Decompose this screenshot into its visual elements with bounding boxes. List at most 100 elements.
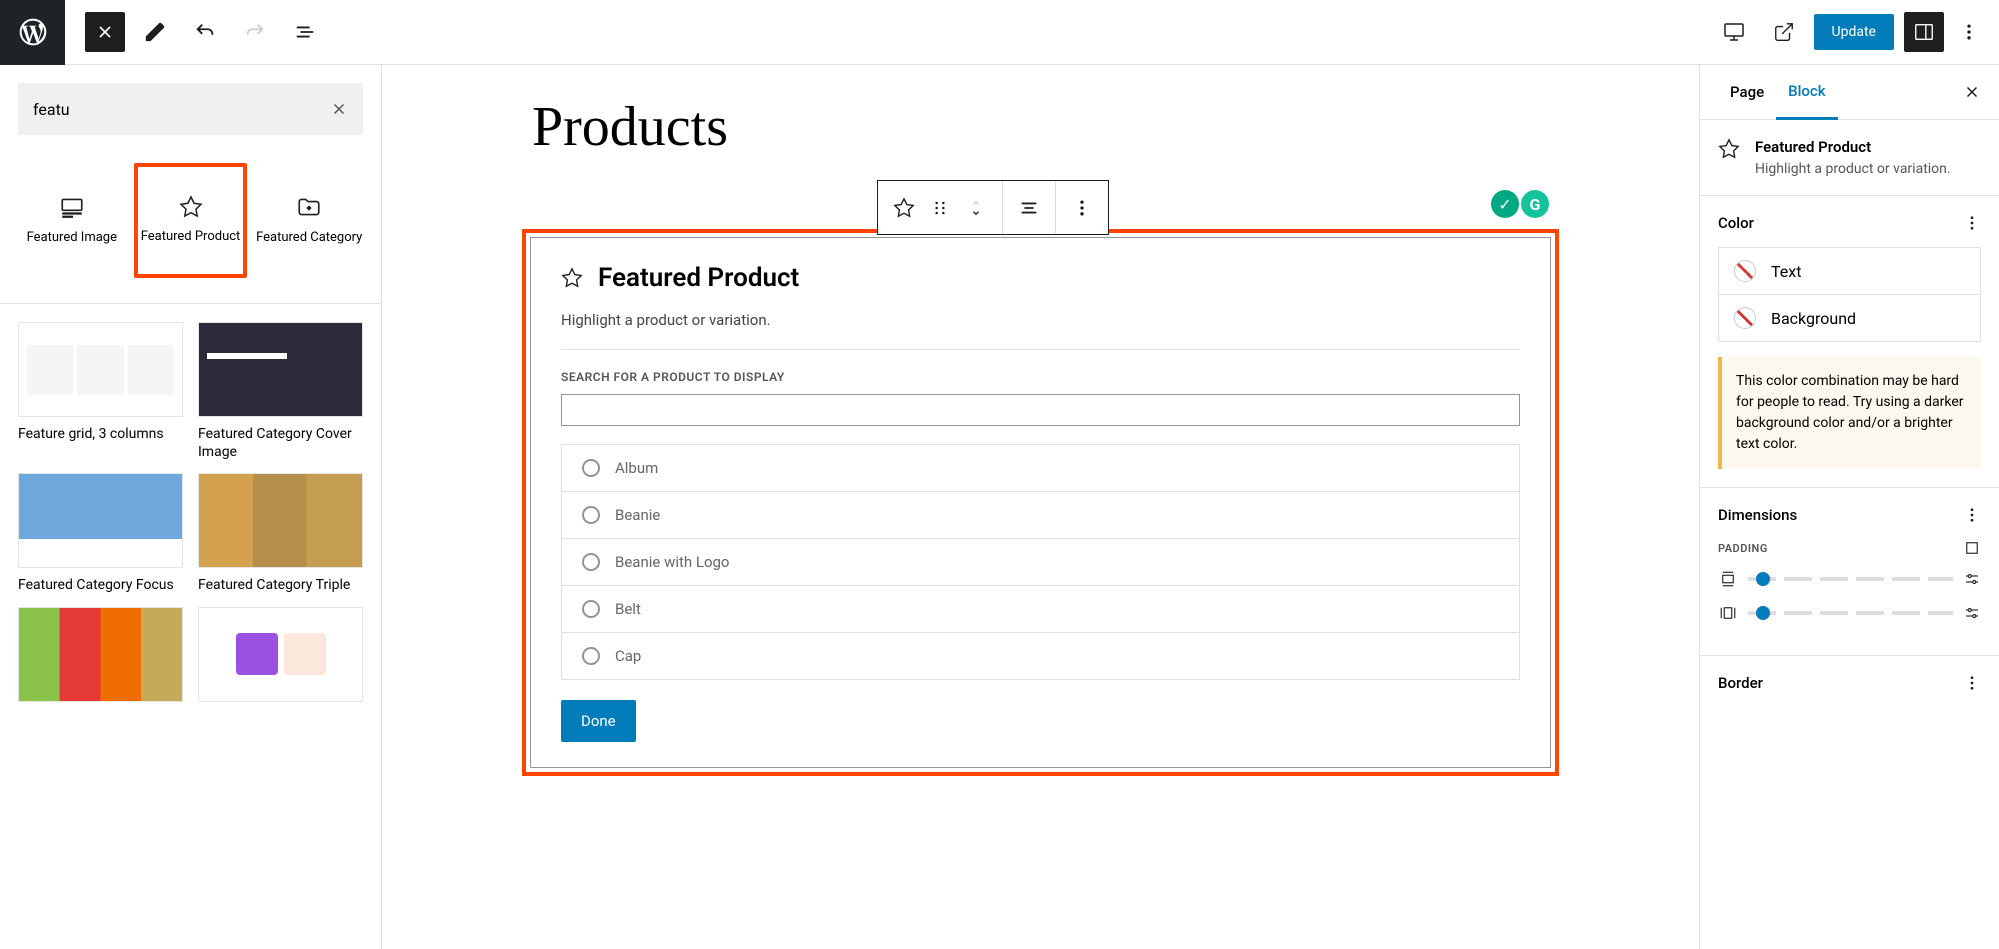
sidebar-tabs: Page Block [1700, 65, 1999, 120]
toolbar-left [65, 12, 325, 52]
block-label: Featured Category [256, 230, 362, 247]
block-item-featured-category[interactable]: Featured Category [252, 163, 366, 278]
color-swatch-icon [1734, 260, 1756, 282]
product-search-input[interactable] [561, 394, 1520, 426]
radio-icon [582, 600, 600, 618]
color-swatch-icon [1734, 307, 1756, 329]
color-text-row[interactable]: Text [1718, 247, 1981, 295]
pattern-label: Featured Category Cover Image [198, 425, 363, 461]
align-button[interactable] [1011, 190, 1047, 226]
block-type-icon[interactable] [886, 190, 922, 226]
product-option[interactable]: Album [562, 445, 1519, 492]
block-options-icon[interactable] [1064, 190, 1100, 226]
block-label: Featured Image [27, 230, 117, 247]
drag-handle-icon[interactable] [922, 190, 958, 226]
pattern-item[interactable]: Featured Category Triple [198, 473, 363, 594]
pattern-thumb [18, 607, 183, 702]
block-info-section: Featured Product Highlight a product or … [1700, 120, 1999, 196]
desktop-view-icon[interactable] [1714, 12, 1754, 52]
section-menu-icon[interactable] [1963, 674, 1981, 692]
radio-icon [582, 647, 600, 665]
close-inserter-button[interactable] [85, 12, 125, 52]
external-link-icon[interactable] [1764, 12, 1804, 52]
padding-label: PADDING [1718, 542, 1768, 555]
block-desc: Highlight a product or variation. [1755, 161, 1951, 177]
vertical-icon [1718, 569, 1738, 589]
close-sidebar-icon[interactable] [1963, 83, 1981, 101]
toolbar-right: Update [1714, 12, 1999, 52]
section-menu-icon[interactable] [1963, 214, 1981, 232]
unlink-icon[interactable] [1963, 539, 1981, 557]
block-toolbar [877, 180, 1109, 235]
search-input-wrap [18, 83, 363, 135]
product-option[interactable]: Beanie [562, 492, 1519, 539]
pattern-results: Feature grid, 3 columns Featured Categor… [0, 304, 381, 728]
horizontal-icon [1718, 603, 1738, 623]
folder-icon [296, 194, 322, 220]
padding-horizontal-slider[interactable] [1718, 603, 1981, 623]
update-button[interactable]: Update [1814, 14, 1894, 50]
wp-logo[interactable] [0, 0, 65, 65]
pattern-thumb [18, 473, 183, 568]
edit-icon[interactable] [135, 12, 175, 52]
pattern-thumb [198, 607, 363, 702]
color-section: Color Text Background This color combina… [1700, 196, 1999, 488]
jetpack-badge-icon[interactable]: ✓ [1491, 190, 1519, 218]
block-results-grid: Featured Image Featured Product Featured… [0, 153, 381, 304]
pattern-item[interactable] [18, 607, 183, 710]
product-option[interactable]: Belt [562, 586, 1519, 633]
star-icon [561, 267, 583, 289]
pattern-label: Featured Category Focus [18, 576, 183, 594]
section-title: Dimensions [1718, 506, 1797, 524]
pattern-item[interactable]: Feature grid, 3 columns [18, 322, 183, 461]
contrast-warning: This color combination may be hard for p… [1718, 357, 1981, 469]
block-title: Featured Product [598, 263, 799, 293]
done-button[interactable]: Done [561, 700, 636, 742]
editor-topbar: Update [0, 0, 1999, 65]
pattern-item[interactable]: Featured Category Focus [18, 473, 183, 594]
block-name: Featured Product [1755, 138, 1951, 156]
settings-icon[interactable] [1963, 604, 1981, 622]
pattern-label: Featured Category Triple [198, 576, 363, 594]
undo-button[interactable] [185, 12, 225, 52]
list-view-button[interactable] [285, 12, 325, 52]
block-item-featured-image[interactable]: Featured Image [15, 163, 129, 278]
star-icon [179, 195, 203, 219]
pattern-thumb [198, 473, 363, 568]
block-description: Highlight a product or variation. [561, 311, 1520, 350]
pattern-label: Feature grid, 3 columns [18, 425, 183, 443]
options-menu[interactable] [1954, 12, 1984, 52]
settings-icon[interactable] [1963, 570, 1981, 588]
block-search-input[interactable] [33, 100, 330, 119]
border-section: Border [1700, 656, 1999, 710]
grammarly-badge-icon[interactable]: G [1521, 190, 1549, 218]
redo-button [235, 12, 275, 52]
settings-panel-toggle[interactable] [1904, 12, 1944, 52]
tab-block[interactable]: Block [1776, 65, 1837, 120]
tab-page[interactable]: Page [1718, 65, 1776, 120]
block-item-featured-product[interactable]: Featured Product [134, 163, 248, 278]
dimensions-section: Dimensions PADDING [1700, 488, 1999, 656]
featured-product-block: Featured Product Highlight a product or … [522, 229, 1559, 776]
section-title: Border [1718, 674, 1763, 692]
product-option[interactable]: Cap [562, 633, 1519, 679]
page-title[interactable]: Products [412, 65, 1669, 159]
search-label: SEARCH FOR A PRODUCT TO DISPLAY [561, 370, 1520, 384]
main-layout: Featured Image Featured Product Featured… [0, 65, 1999, 949]
move-buttons[interactable] [958, 190, 994, 226]
pattern-item[interactable] [198, 607, 363, 710]
color-background-row[interactable]: Background [1718, 295, 1981, 342]
section-menu-icon[interactable] [1963, 506, 1981, 524]
block-inserter-panel: Featured Image Featured Product Featured… [0, 65, 382, 949]
color-label: Background [1771, 309, 1856, 328]
product-option[interactable]: Beanie with Logo [562, 539, 1519, 586]
clear-search-icon[interactable] [330, 100, 348, 118]
pattern-item[interactable]: Featured Category Cover Image [198, 322, 363, 461]
block-label: Featured Product [141, 229, 241, 246]
padding-vertical-slider[interactable] [1718, 569, 1981, 589]
pattern-thumb [18, 322, 183, 417]
star-icon [1718, 138, 1740, 160]
radio-icon [582, 553, 600, 571]
radio-icon [582, 459, 600, 477]
pattern-thumb [198, 322, 363, 417]
